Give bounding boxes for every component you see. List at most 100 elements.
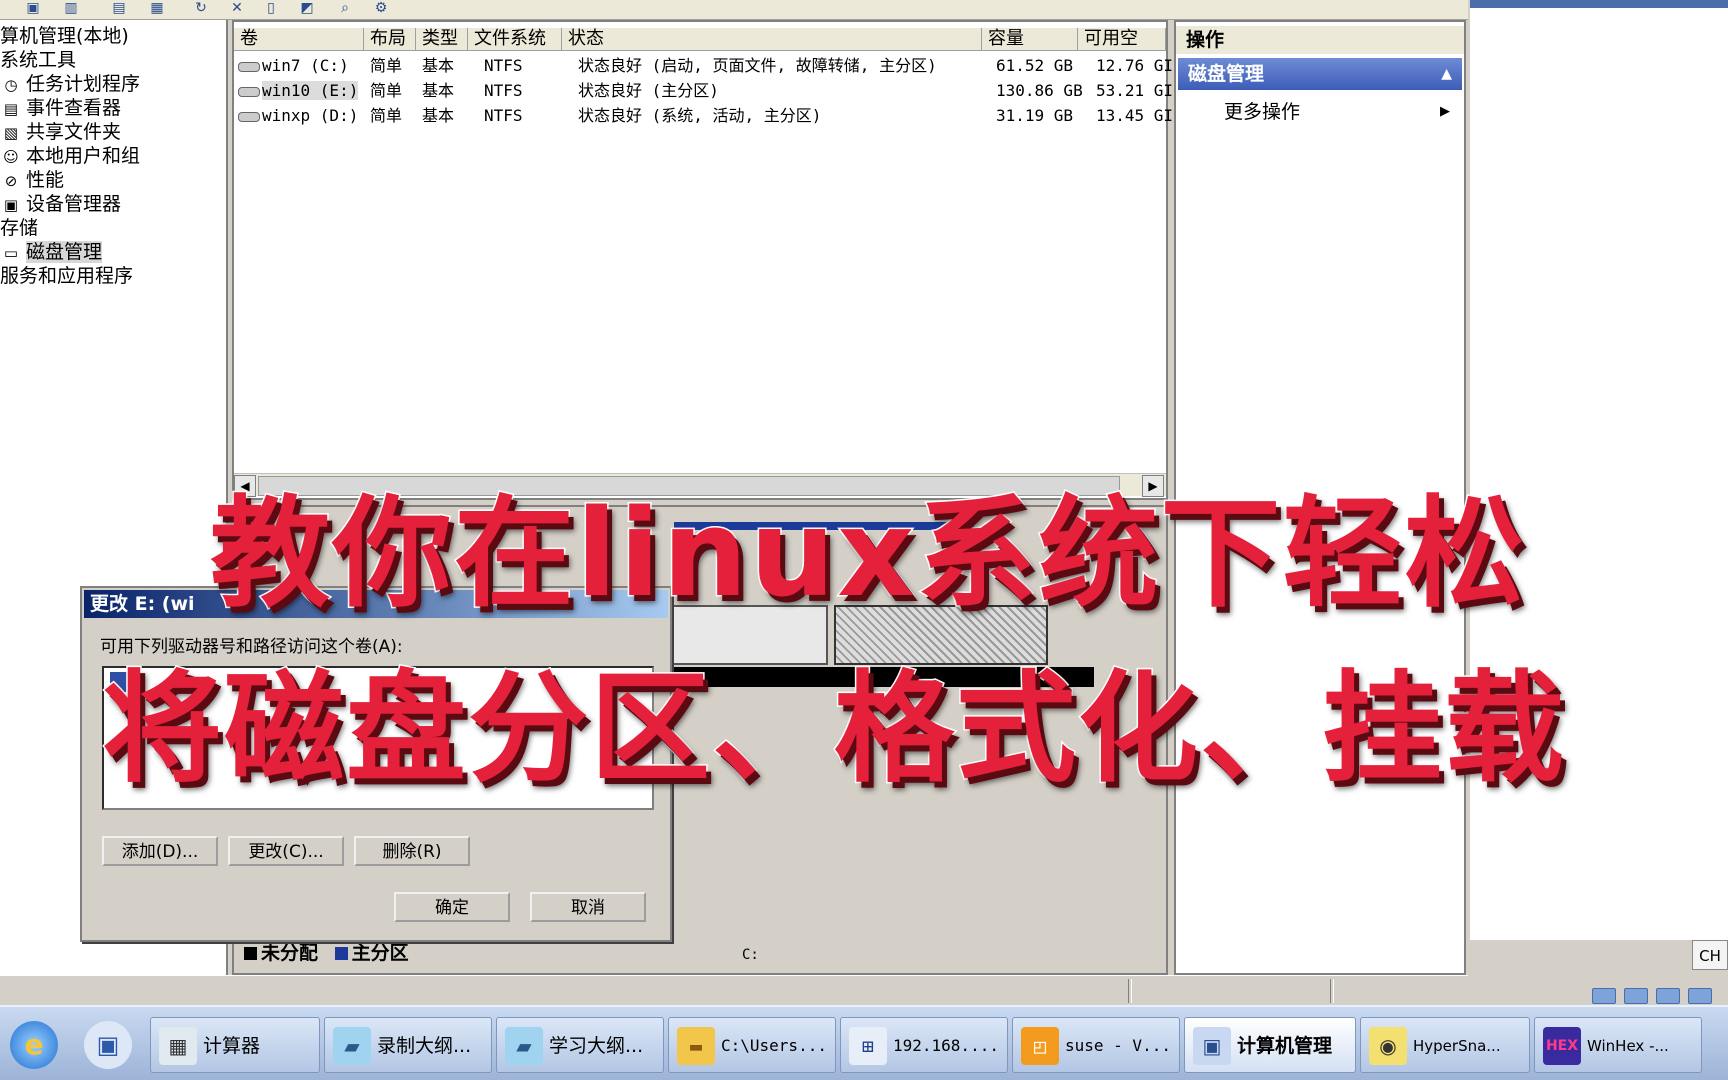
tree-item-label: 算机管理(本地) — [0, 25, 129, 47]
table-row[interactable]: winxp (D:) 简单 基本 NTFS 状态良好 (系统, 活动, 主分区)… — [234, 104, 1173, 128]
volume-icon — [238, 61, 260, 72]
taskbar-item-study-outline[interactable]: ▰ 学习大纲... — [496, 1017, 664, 1073]
open-icon[interactable]: ◩ — [298, 0, 316, 16]
taskbar-item-record-outline[interactable]: ▰ 录制大纲... — [324, 1017, 492, 1073]
tree-item-label: 本地用户和组 — [26, 145, 141, 167]
volume-layout: 简单 — [370, 106, 403, 125]
ie-icon[interactable]: e — [10, 1021, 58, 1069]
system-tray — [1588, 988, 1728, 1004]
taskbar-item-label: HyperSna... — [1413, 1037, 1501, 1055]
tree-item-system-tools[interactable]: 系统工具 — [0, 48, 76, 72]
tree-item-event-viewer[interactable]: ▤ 事件查看器 — [0, 96, 121, 120]
notepad-icon: ▰ — [505, 1027, 543, 1065]
volume-filesystem: NTFS — [484, 106, 523, 125]
column-header-type[interactable]: 类型 — [416, 28, 468, 50]
status-bar — [0, 975, 1468, 1005]
language-indicator[interactable]: CH — [1692, 940, 1728, 970]
column-header-filesystem[interactable]: 文件系统 — [468, 28, 562, 50]
cancel-button[interactable]: 取消 — [530, 892, 646, 922]
volume-name: winxp (D:) — [262, 106, 359, 125]
remove-button[interactable]: 删除(R) — [354, 836, 470, 866]
hex-logo-text: HEX — [1545, 1038, 1579, 1054]
taskbar-item-label: C:\Users... — [721, 1036, 827, 1055]
tree-item-label: 共享文件夹 — [26, 121, 122, 143]
network-tray-icon[interactable] — [1592, 988, 1616, 1004]
volume-name: win7 (C:) — [262, 56, 349, 75]
tree-item-task-scheduler[interactable]: ◷ 任务计划程序 — [0, 72, 140, 96]
tree-item-performance[interactable]: ⊘ 性能 — [0, 168, 64, 192]
taskbar-item-vmware[interactable]: ◰ suse - V... — [1012, 1017, 1180, 1073]
network-tray-icon[interactable] — [1624, 988, 1648, 1004]
folder-icon: ▬ — [677, 1027, 715, 1065]
actions-section-disk-management[interactable]: 磁盘管理 ▲ — [1178, 58, 1462, 90]
tree-item-shared-folders[interactable]: ▧ 共享文件夹 — [0, 120, 121, 144]
tree-item-computer-management[interactable]: 算机管理(本地) — [0, 24, 129, 48]
taskbar-item-computer-management[interactable]: ▣ 计算机管理 — [1184, 1017, 1356, 1073]
network-icon: ⊞ — [849, 1027, 887, 1065]
taskbar-item-calculator[interactable]: ▦ 计算器 — [150, 1017, 320, 1073]
tree-item-services-apps[interactable]: 服务和应用程序 — [0, 264, 133, 288]
volume-filesystem: NTFS — [484, 81, 523, 100]
document-icon[interactable]: ▯ — [262, 0, 280, 16]
tree-item-device-manager[interactable]: ▣ 设备管理器 — [0, 192, 121, 216]
column-header-status[interactable]: 状态 — [562, 28, 982, 50]
volume-icon — [238, 111, 260, 122]
tree-item-label: 设备管理器 — [26, 193, 122, 215]
volume-type: 基本 — [422, 81, 455, 100]
column-header-volume[interactable]: 卷 — [234, 28, 364, 50]
folder-up-icon[interactable]: ▣ — [24, 0, 42, 16]
taskbar-item-winhex[interactable]: HEX WinHex -... — [1534, 1017, 1702, 1073]
status-separator — [1128, 979, 1132, 1003]
computer-management-icon: ▣ — [1193, 1027, 1231, 1065]
legend-primary-swatch — [334, 947, 348, 960]
table-row[interactable]: win7 (C:) 简单 基本 NTFS 状态良好 (启动, 页面文件, 故障转… — [234, 54, 1173, 78]
background-window-titlebar — [1470, 0, 1728, 8]
collapse-icon[interactable]: ▲ — [1441, 58, 1452, 90]
network-computer-icon[interactable]: ▣ — [84, 1021, 132, 1069]
help-icon[interactable]: ▦ — [148, 0, 166, 16]
tree-item-disk-management[interactable]: ▭ 磁盘管理 — [0, 240, 103, 264]
calculator-icon: ▦ — [159, 1027, 197, 1065]
volume-status: 状态良好 (系统, 活动, 主分区) — [578, 106, 822, 125]
taskbar-item-explorer[interactable]: ▬ C:\Users... — [668, 1017, 836, 1073]
tree-item-storage[interactable]: 存储 — [0, 216, 38, 240]
taskbar-item-label: 录制大纲... — [377, 1035, 472, 1057]
hex-icon: HEX — [1543, 1027, 1581, 1065]
tree-item-label: 磁盘管理 — [26, 241, 103, 263]
shared-folder-icon: ▧ — [3, 123, 19, 142]
dialog-label: 可用下列驱动器号和路径访问这个卷(A): — [100, 637, 403, 657]
search-icon[interactable]: ⌕ — [336, 0, 354, 16]
legend-unallocated-label: 未分配 — [261, 942, 319, 964]
taskbar-item-remote[interactable]: ⊞ 192.168.... — [840, 1017, 1008, 1073]
vmware-icon: ◰ — [1021, 1027, 1059, 1065]
settings-icon[interactable]: ⚙ — [372, 0, 390, 16]
volume-capacity: 130.86 GB — [996, 81, 1083, 100]
delete-icon[interactable]: ✕ — [228, 0, 246, 16]
taskbar-item-hypersnap[interactable]: ◉ HyperSna... — [1360, 1017, 1530, 1073]
volume-filesystem: NTFS — [484, 56, 523, 75]
volume-free: 12.76 GI — [1096, 56, 1174, 75]
volume-layout: 简单 — [370, 81, 403, 100]
volume-capacity: 61.52 GB — [996, 56, 1074, 75]
column-header-free[interactable]: 可用空 — [1078, 28, 1166, 50]
network-tray-icon[interactable] — [1656, 988, 1680, 1004]
event-viewer-icon: ▤ — [3, 99, 19, 118]
ok-button[interactable]: 确定 — [394, 892, 510, 922]
more-actions-item[interactable]: 更多操作 — [1224, 98, 1300, 126]
tree-item-label: 事件查看器 — [26, 97, 122, 119]
taskbar-item-label: 计算机管理 — [1237, 1035, 1333, 1057]
actions-title: 操作 — [1176, 26, 1464, 54]
show-hide-tree-icon[interactable]: ▥ — [62, 0, 80, 16]
add-button[interactable]: 添加(D)... — [102, 836, 218, 866]
refresh-icon[interactable]: ↻ — [192, 0, 210, 16]
properties-icon[interactable]: ▤ — [110, 0, 128, 16]
taskbar-item-label: 192.168.... — [893, 1036, 999, 1055]
device-manager-icon: ▣ — [3, 195, 19, 214]
network-tray-icon[interactable] — [1688, 988, 1712, 1004]
column-header-layout[interactable]: 布局 — [364, 28, 416, 50]
clock-icon: ◷ — [4, 75, 18, 94]
column-header-capacity[interactable]: 容量 — [982, 28, 1078, 50]
tree-item-local-users[interactable]: ☺ 本地用户和组 — [0, 144, 140, 168]
table-row[interactable]: win10 (E:) 简单 基本 NTFS 状态良好 (主分区) 130.86 … — [234, 79, 1173, 103]
change-button[interactable]: 更改(C)... — [228, 836, 344, 866]
